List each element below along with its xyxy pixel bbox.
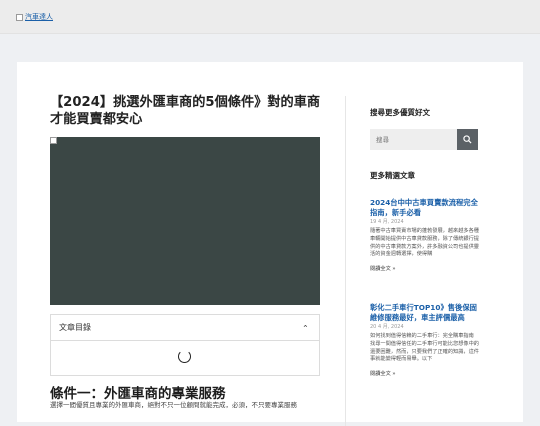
table-of-contents: 文章目錄 ⌄ xyxy=(50,314,320,376)
post-title: 【2024】挑選外匯車商的5個條件》對的車商才能買賣都安心 xyxy=(50,95,321,127)
logo-alt-text: 汽車達人 xyxy=(25,13,53,21)
broken-image-icon xyxy=(16,13,23,21)
featured-image xyxy=(50,137,320,305)
search-icon xyxy=(463,135,472,144)
article-excerpt: 隨著中古車買賣市場的蓬勃發展，越來越多各種車輛開始提供中古車貸款服務，除了傳統銀… xyxy=(370,228,479,258)
broken-image-icon xyxy=(50,137,57,144)
read-more-link[interactable]: 閱讀全文 » xyxy=(370,370,480,377)
section-text: 選擇一間優質且專業的外匯車商，絕對不只一位顧問就能完成，必須，不只要專業服務 xyxy=(50,401,297,409)
article-title-link[interactable]: 彰化二手車行TOP10》售後保固維修服務最好，車主評價最高 xyxy=(370,303,480,322)
toc-label: 文章目錄 xyxy=(59,323,91,332)
search-form xyxy=(370,129,478,150)
loading-spinner-icon xyxy=(178,350,191,363)
article-title-link[interactable]: 2024台中中古車買賣款流程完全指南，新手必看 xyxy=(370,198,480,217)
chevron-up-icon[interactable]: ⌄ xyxy=(302,323,309,332)
search-heading: 搜尋更多優質好文 xyxy=(370,108,430,117)
sidebar-divider xyxy=(345,96,346,426)
list-item: 彰化二手車行TOP10》售後保固維修服務最好，車主評價最高 20 4 月, 20… xyxy=(370,303,480,377)
toc-toggle[interactable]: 文章目錄 ⌄ xyxy=(51,315,319,341)
list-item: 2024台中中古車買賣款流程完全指南，新手必看 19 4 月, 2024 隨著中… xyxy=(370,198,480,272)
top-header: 汽車達人 xyxy=(0,0,540,34)
search-input[interactable] xyxy=(370,129,457,150)
article-date: 20 4 月, 2024 xyxy=(370,324,404,330)
read-more-link[interactable]: 閱讀全文 » xyxy=(370,265,480,272)
article-date: 19 4 月, 2024 xyxy=(370,219,404,225)
search-button[interactable] xyxy=(457,129,478,150)
section-heading: 條件一：外匯車商的專業服務 xyxy=(50,386,226,402)
article-excerpt: 如何找到值得信賴的二手車行：完全購車指南 找尋一間值得信任的二手車行可能比您想像… xyxy=(370,333,479,363)
recent-heading: 更多精選文章 xyxy=(370,171,415,180)
site-logo[interactable]: 汽車達人 xyxy=(16,12,53,22)
